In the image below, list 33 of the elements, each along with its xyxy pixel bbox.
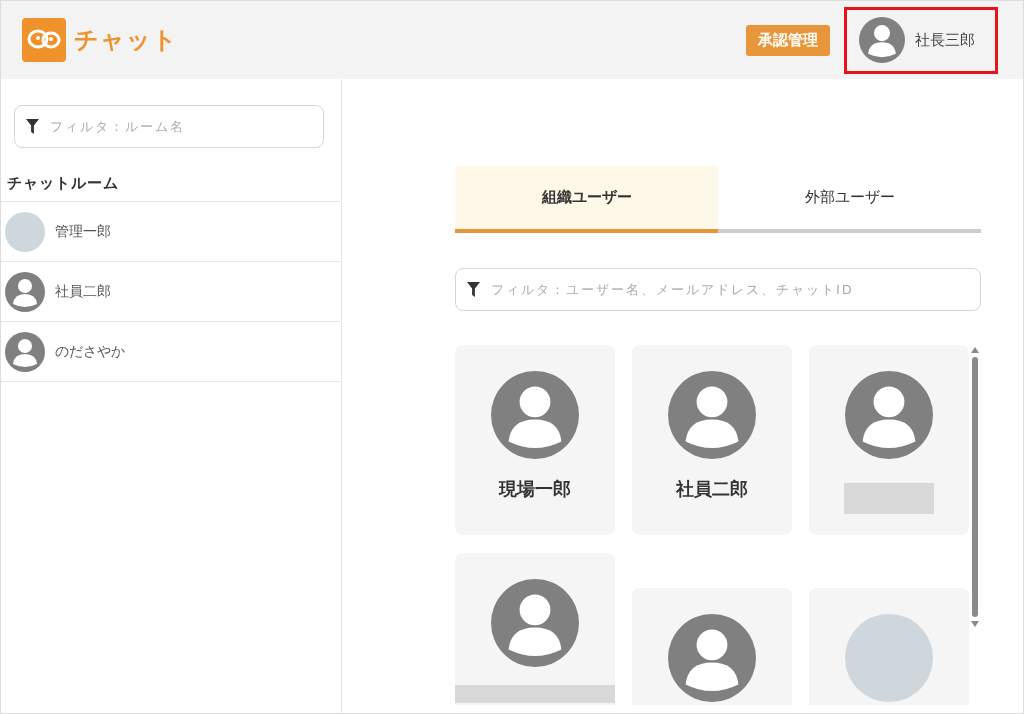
chat-room-item[interactable]: 社員二郎 <box>1 262 341 322</box>
scroll-up-icon[interactable] <box>971 347 979 353</box>
filter-icon <box>26 119 39 134</box>
user-avatar-icon <box>491 579 579 667</box>
chat-logo-icon <box>22 18 66 62</box>
user-avatar-icon <box>5 331 45 372</box>
photo-placeholder <box>5 211 45 252</box>
user-card[interactable]: 社員二郎 <box>632 345 792 535</box>
user-avatar-icon <box>5 271 45 312</box>
user-avatar-icon <box>845 371 933 459</box>
user-card[interactable] <box>632 588 792 705</box>
filter-icon <box>467 282 480 297</box>
chat-room-item[interactable]: 管理一郎 <box>1 202 341 262</box>
scroll-down-icon[interactable] <box>971 621 979 627</box>
chat-room-heading: チャットルーム <box>1 148 341 202</box>
user-menu[interactable]: 社長三郎 <box>844 6 998 74</box>
user-card[interactable] <box>455 553 615 705</box>
user-avatar-icon <box>668 371 756 459</box>
room-name: 社員二郎 <box>55 282 111 301</box>
user-name: 現場一郎 <box>499 477 571 501</box>
user-avatar-icon <box>668 614 756 702</box>
user-filter-field[interactable]: フィルタ：ユーザー名、メールアドレス、チャットID <box>455 268 981 311</box>
user-avatar-icon <box>491 371 579 459</box>
room-filter-field[interactable]: フィルタ：ルーム名 <box>14 105 324 148</box>
user-card[interactable]: 現場一郎 <box>455 345 615 535</box>
user-avatar-icon <box>859 17 905 63</box>
room-name: 管理一郎 <box>55 222 111 241</box>
user-card[interactable] <box>809 345 969 535</box>
app-name: チャット <box>74 25 178 56</box>
user-type-tab[interactable]: 組織ユーザー <box>455 166 718 233</box>
room-name: のださやか <box>55 342 125 361</box>
chat-room-item[interactable]: のださやか <box>1 322 341 382</box>
user-name: 社員二郎 <box>676 477 748 501</box>
